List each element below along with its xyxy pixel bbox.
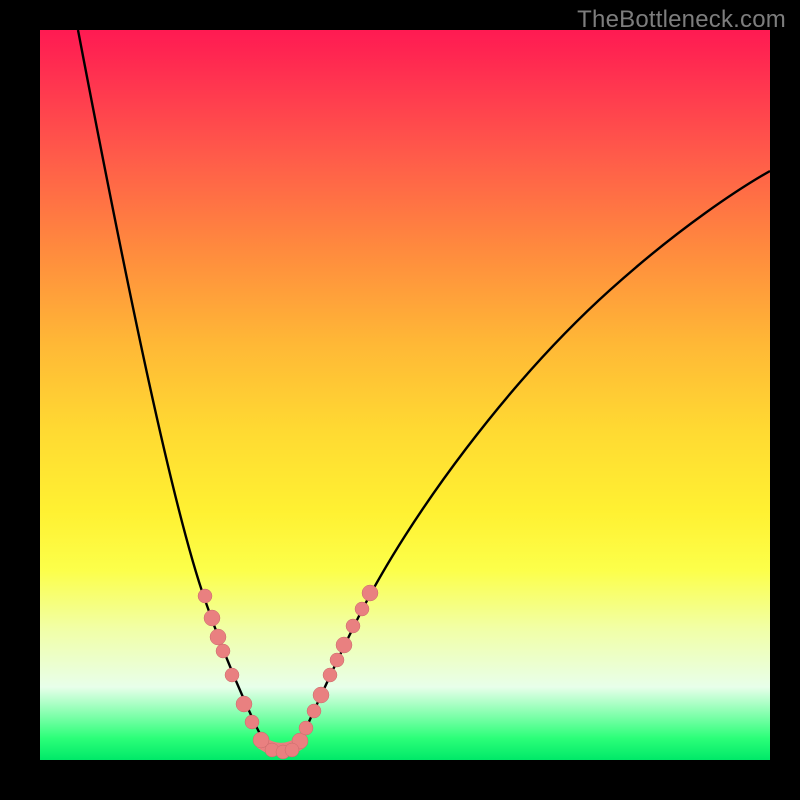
data-marker: [236, 696, 252, 712]
data-marker: [330, 653, 344, 667]
data-marker: [204, 610, 220, 626]
data-marker: [346, 619, 360, 633]
data-marker: [362, 585, 378, 601]
data-marker: [210, 629, 226, 645]
markers-bottom: [265, 743, 299, 759]
chart-frame: TheBottleneck.com: [0, 0, 800, 800]
data-marker: [323, 668, 337, 682]
data-marker: [336, 637, 352, 653]
data-marker: [299, 721, 313, 735]
curve-svg: [40, 30, 770, 760]
curve-left: [78, 30, 266, 746]
watermark-text: TheBottleneck.com: [577, 6, 786, 34]
data-marker: [355, 602, 369, 616]
data-marker: [198, 589, 212, 603]
data-marker: [245, 715, 259, 729]
data-marker: [307, 704, 321, 718]
markers-left: [198, 589, 269, 748]
data-marker: [225, 668, 239, 682]
curve-right: [298, 171, 770, 746]
plot-area: [40, 30, 770, 760]
data-marker: [216, 644, 230, 658]
data-marker: [313, 687, 329, 703]
data-marker: [285, 743, 299, 757]
